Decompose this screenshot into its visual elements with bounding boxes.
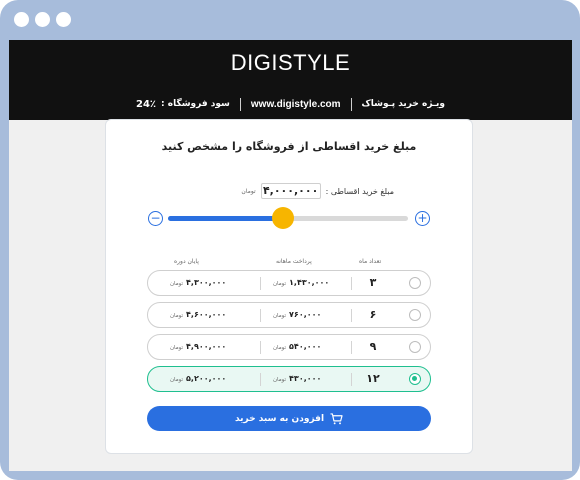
option-divider [260, 277, 261, 290]
add-to-cart-button[interactable]: افزودن به سبد خرید [147, 406, 431, 431]
option-total-value: ۴,۹۰۰,۰۰۰ [186, 342, 227, 351]
installment-option-row[interactable]: ۳ تومان ۱,۴۳۰,۰۰۰ تومان ۴,۳۰۰,۰۰۰ [147, 270, 431, 296]
option-monthly: تومان ۴۳۰,۰۰۰ [273, 374, 343, 383]
option-months: ۶ [369, 308, 377, 321]
card-title: مبلغ خرید اقساطی از فروشگاه را مشخص کنید [161, 140, 417, 153]
option-monthly-value: ۷۶۰,۰۰۰ [289, 310, 322, 319]
option-radio[interactable] [409, 309, 421, 321]
option-total-unit: تومان [170, 313, 184, 319]
store-profit-label: سود فروشگاه : [161, 99, 230, 109]
header-info-bar: 24٪ سود فروشگاه : www.digistyle.com ویـژ… [9, 96, 572, 112]
option-monthly: تومان ۵۴۰,۰۰۰ [273, 342, 343, 351]
installment-option-row[interactable]: ۶ تومان ۷۶۰,۰۰۰ تومان ۴,۶۰۰,۰۰۰ [147, 302, 431, 328]
option-divider [351, 277, 352, 290]
window-dot-close[interactable] [14, 12, 29, 27]
column-header-monthly: پرداخت ماهانه [276, 258, 312, 265]
option-total: تومان ۴,۶۰۰,۰۰۰ [170, 310, 250, 319]
option-monthly-value: ۴۳۰,۰۰۰ [289, 374, 322, 383]
amount-slider-handle[interactable] [272, 207, 295, 229]
option-divider [260, 309, 261, 322]
increase-amount-button[interactable]: + [415, 211, 430, 226]
installment-card: مبلغ خرید اقساطی از فروشگاه را مشخص کنید… [105, 119, 473, 454]
option-months: ۳ [369, 276, 377, 289]
window-dot-minimize[interactable] [35, 12, 50, 27]
option-monthly-value: ۱,۴۳۰,۰۰۰ [289, 278, 330, 287]
browser-window: DIGISTYLE 24٪ سود فروشگاه : www.digistyl… [0, 0, 580, 480]
store-profit-value: 24٪ [136, 98, 157, 110]
option-monthly: تومان ۷۶۰,۰۰۰ [273, 310, 343, 319]
option-total-value: ۵,۲۰۰,۰۰۰ [186, 374, 227, 383]
column-header-months: تعداد ماه [359, 258, 382, 265]
cart-icon [330, 412, 343, 424]
option-divider [351, 341, 352, 354]
amount-unit: تومان [241, 187, 256, 195]
page-viewport: DIGISTYLE 24٪ سود فروشگاه : www.digistyl… [9, 40, 572, 471]
option-radio[interactable] [409, 277, 421, 289]
option-monthly: تومان ۱,۴۳۰,۰۰۰ [273, 278, 343, 287]
option-radio[interactable] [409, 341, 421, 353]
decrease-amount-button[interactable]: − [148, 211, 163, 226]
amount-row: تومان ۴,۰۰۰,۰۰۰ مبلغ خرید اقساطی : [214, 183, 394, 199]
header-separator [239, 97, 241, 111]
option-total-unit: تومان [170, 281, 184, 287]
option-divider [351, 309, 352, 322]
amount-label: مبلغ خرید اقساطی : [325, 186, 394, 196]
option-divider [260, 341, 261, 354]
option-monthly-unit: تومان [273, 313, 287, 319]
option-total: تومان ۵,۲۰۰,۰۰۰ [170, 374, 250, 383]
store-profit: 24٪ سود فروشگاه : [136, 99, 230, 110]
amount-slider-fill [168, 216, 284, 221]
option-radio[interactable] [409, 373, 421, 385]
option-monthly-unit: تومان [273, 345, 287, 351]
special-offer-label: ویـژه خرید پـوشاک [361, 99, 445, 109]
option-monthly-value: ۵۴۰,۰۰۰ [289, 342, 322, 351]
option-total: تومان ۴,۹۰۰,۰۰۰ [170, 342, 250, 351]
column-header-total: پایان دوره [174, 258, 199, 265]
option-months: ۹ [369, 340, 377, 353]
installment-option-row[interactable]: ۱۲ تومان ۴۳۰,۰۰۰ تومان ۵,۲۰۰,۰۰۰ [147, 366, 431, 392]
option-total-value: ۴,۳۰۰,۰۰۰ [186, 278, 227, 287]
window-controls [14, 12, 71, 27]
installment-option-row[interactable]: ۹ تومان ۵۴۰,۰۰۰ تومان ۴,۹۰۰,۰۰۰ [147, 334, 431, 360]
option-months: ۱۲ [366, 372, 380, 385]
website-link[interactable]: www.digistyle.com [251, 99, 341, 110]
option-total-unit: تومان [170, 377, 184, 383]
option-total-unit: تومان [170, 345, 184, 351]
option-divider [351, 373, 352, 386]
brand-logo: DIGISTYLE [230, 50, 351, 75]
add-to-cart-label: افزودن به سبد خرید [234, 413, 325, 424]
option-total: تومان ۴,۳۰۰,۰۰۰ [170, 278, 250, 287]
option-total-value: ۴,۶۰۰,۰۰۰ [186, 310, 227, 319]
amount-input[interactable]: ۴,۰۰۰,۰۰۰ [260, 183, 321, 199]
header-separator [350, 97, 352, 111]
site-header: DIGISTYLE 24٪ سود فروشگاه : www.digistyl… [9, 40, 572, 120]
option-divider [260, 373, 261, 386]
option-monthly-unit: تومان [273, 377, 287, 383]
option-monthly-unit: تومان [273, 281, 287, 287]
window-dot-maximize[interactable] [56, 12, 71, 27]
